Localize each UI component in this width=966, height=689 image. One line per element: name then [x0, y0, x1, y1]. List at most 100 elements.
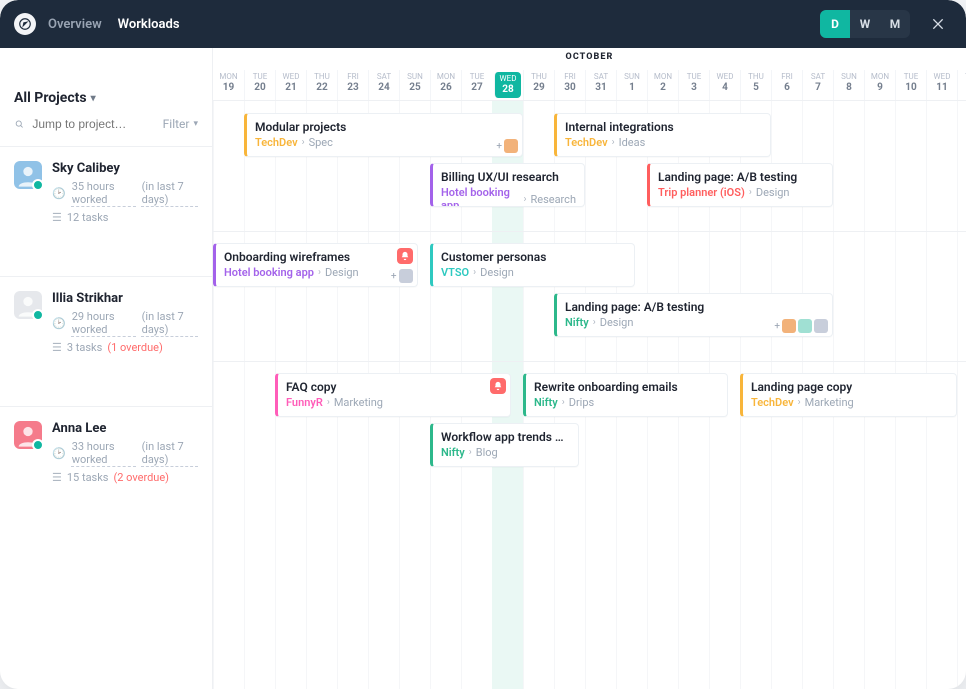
- task-project: Nifty: [441, 446, 465, 459]
- task-card[interactable]: Landing page copy TechDev › Marketing: [740, 373, 957, 417]
- project-search[interactable]: [14, 116, 163, 132]
- timeline-day[interactable]: WED21: [275, 70, 306, 100]
- timeline-day[interactable]: WED11: [926, 70, 957, 100]
- timeline-day[interactable]: WED28: [494, 72, 521, 98]
- timeline-day-header: MON19TUE20WED21THU22FRI23SAT24SUN25MON26…: [213, 70, 966, 101]
- compass-icon[interactable]: [14, 13, 36, 35]
- task-card[interactable]: Billing UX/UI research Hotel booking app…: [430, 163, 585, 207]
- person-item[interactable]: Sky Calibey 🕑 35 hours worked (in last 7…: [0, 147, 212, 277]
- task-card[interactable]: Rewrite onboarding emails Nifty › Drips: [523, 373, 728, 417]
- clock-icon: 🕑: [52, 187, 66, 200]
- person-task-count: 12 tasks: [67, 211, 109, 224]
- task-card[interactable]: Landing page: A/B testing Nifty › Design…: [554, 293, 833, 337]
- timeline-day[interactable]: FRI23: [337, 70, 368, 100]
- person-task-count: 3 tasks: [67, 341, 102, 354]
- timeline-day[interactable]: SUN1: [616, 70, 647, 100]
- timeline-day[interactable]: SUN8: [833, 70, 864, 100]
- chevron-right-icon: ›: [749, 187, 752, 198]
- clock-icon: 🕑: [52, 317, 66, 330]
- person-overdue: (2 overdue): [113, 471, 169, 484]
- search-icon: [14, 118, 24, 130]
- task-category: Marketing: [334, 396, 383, 409]
- timeline-day[interactable]: MON26: [430, 70, 461, 100]
- view-toggle-week[interactable]: W: [850, 10, 880, 38]
- timeline-day[interactable]: SAT7: [802, 70, 833, 100]
- task-card[interactable]: Customer personas VTSO › Design: [430, 243, 635, 287]
- task-project: TechDev: [255, 136, 298, 149]
- task-card[interactable]: Internal integrations TechDev › Ideas: [554, 113, 771, 157]
- timeline-day[interactable]: MON2: [647, 70, 678, 100]
- chevron-right-icon: ›: [327, 397, 330, 408]
- timeline-day[interactable]: WED4: [709, 70, 740, 100]
- task-category: Ideas: [619, 136, 646, 149]
- task-title: Onboarding wireframes: [224, 250, 409, 264]
- person-item[interactable]: Anna Lee 🕑 33 hours worked (in last 7 da…: [0, 407, 212, 689]
- task-card[interactable]: Modular projects TechDev › Spec +: [244, 113, 523, 157]
- task-title: Landing page copy: [751, 380, 948, 394]
- clock-icon: 🕑: [52, 447, 66, 460]
- timeline-day[interactable]: THU5: [740, 70, 771, 100]
- timeline-day[interactable]: FRI6: [771, 70, 802, 100]
- person-name: Illia Strikhar: [52, 291, 198, 306]
- chevron-right-icon: ›: [562, 397, 565, 408]
- view-toggle-day[interactable]: D: [820, 10, 850, 38]
- timeline-day[interactable]: THU29: [523, 70, 554, 100]
- timeline-day[interactable]: TUE27: [461, 70, 492, 100]
- presence-dot: [32, 179, 44, 191]
- timeline-day[interactable]: SAT24: [368, 70, 399, 100]
- tasks-icon: ☰: [52, 341, 62, 354]
- chevron-right-icon: ›: [302, 137, 305, 148]
- task-category: Marketing: [805, 396, 854, 409]
- timeline-day[interactable]: SUN25: [399, 70, 430, 100]
- task-title: Landing page: A/B testing: [658, 170, 824, 184]
- person-name: Sky Calibey: [52, 161, 198, 176]
- timeline-day[interactable]: TUE10: [895, 70, 926, 100]
- timeline-day[interactable]: MON19: [213, 70, 244, 100]
- person-hours: 29 hours worked: [71, 310, 136, 337]
- timeline-day[interactable]: THU12: [957, 70, 966, 100]
- task-project: Hotel booking app: [224, 266, 314, 279]
- timeline-day[interactable]: TUE20: [244, 70, 275, 100]
- chevron-right-icon: ›: [318, 267, 321, 278]
- chevron-down-icon: ▾: [193, 119, 198, 129]
- task-card[interactable]: Onboarding wireframes Hotel booking app …: [213, 243, 418, 287]
- nav-overview[interactable]: Overview: [48, 17, 102, 32]
- view-toggle-month[interactable]: M: [880, 10, 910, 38]
- tasks-icon: ☰: [52, 211, 62, 224]
- task-title: Customer personas: [441, 250, 626, 264]
- chevron-right-icon: ›: [798, 397, 801, 408]
- project-search-input[interactable]: [30, 116, 162, 132]
- person-item[interactable]: Illia Strikhar 🕑 29 hours worked (in las…: [0, 277, 212, 407]
- task-assignees: +: [391, 269, 413, 283]
- timeline-day[interactable]: FRI30: [554, 70, 585, 100]
- chevron-right-icon: ›: [612, 137, 615, 148]
- task-category: Drips: [569, 396, 594, 409]
- avatar: [14, 161, 42, 189]
- close-icon[interactable]: [924, 10, 952, 38]
- task-project: TechDev: [565, 136, 608, 149]
- task-project: VTSO: [441, 266, 469, 279]
- person-task-count: 15 tasks: [67, 471, 109, 484]
- task-title: Internal integrations: [565, 120, 762, 134]
- chevron-right-icon: ›: [473, 267, 476, 278]
- task-project: Nifty: [565, 316, 589, 329]
- task-card[interactable]: FAQ copy FunnyR › Marketing: [275, 373, 511, 417]
- person-overdue: (1 overdue): [107, 341, 163, 354]
- people-sidebar: All Projects ▾ Filter ▾: [0, 48, 213, 689]
- timeline-day[interactable]: THU22: [306, 70, 337, 100]
- timeline-day[interactable]: TUE3: [678, 70, 709, 100]
- nav-workloads[interactable]: Workloads: [118, 17, 180, 32]
- filter-button[interactable]: Filter ▾: [163, 117, 198, 131]
- alert-icon: [397, 248, 413, 264]
- chevron-right-icon: ›: [469, 447, 472, 458]
- filter-label: Filter: [163, 117, 190, 131]
- project-selector[interactable]: All Projects ▾: [14, 90, 96, 106]
- task-category: Design: [325, 266, 359, 279]
- timeline-day[interactable]: SAT31: [585, 70, 616, 100]
- task-card[interactable]: Landing page: A/B testing Trip planner (…: [647, 163, 833, 207]
- task-card[interactable]: Workflow app trends 2020 Nifty › Blog: [430, 423, 579, 467]
- task-project: Hotel booking app: [441, 186, 519, 207]
- timeline-row-2: FAQ copy FunnyR › Marketing Rewrite onbo…: [213, 361, 966, 689]
- chevron-right-icon: ›: [593, 317, 596, 328]
- timeline-day[interactable]: MON9: [864, 70, 895, 100]
